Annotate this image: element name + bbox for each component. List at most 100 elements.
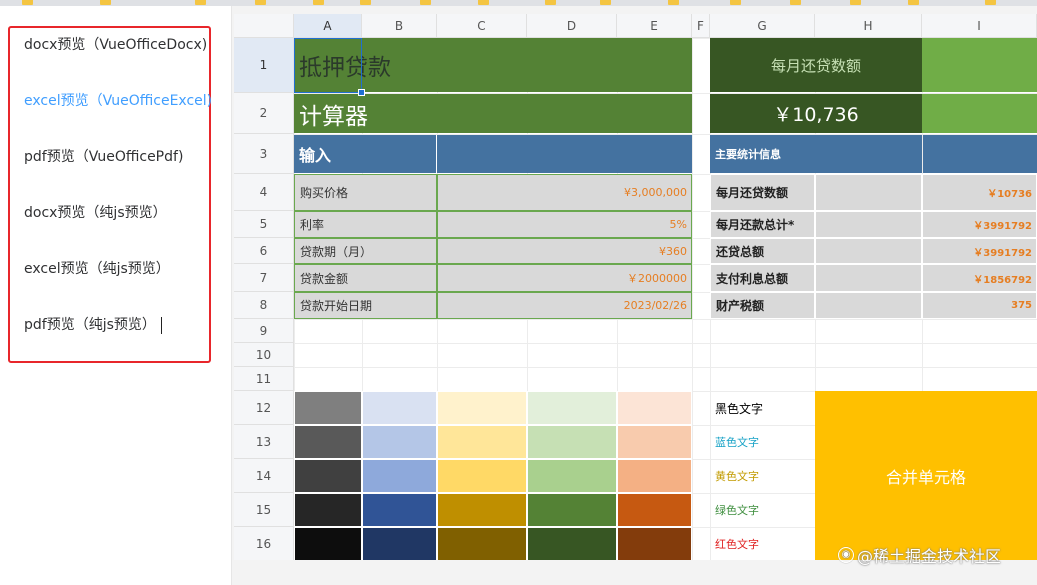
stat-spacer[interactable]: [815, 174, 922, 211]
stat-spacer[interactable]: [815, 264, 922, 292]
colored-text-cell[interactable]: 黄色文字: [710, 459, 815, 493]
row-header[interactable]: 1: [234, 38, 294, 93]
color-swatch[interactable]: [437, 493, 527, 527]
input-label[interactable]: 贷款金额: [294, 264, 437, 292]
fill-handle[interactable]: [358, 89, 365, 96]
color-swatch[interactable]: [294, 527, 362, 560]
color-swatch[interactable]: [294, 459, 362, 493]
stats-header-fill[interactable]: [923, 135, 1037, 173]
color-swatch[interactable]: [294, 425, 362, 459]
stat-label[interactable]: 支付利息总额: [710, 264, 815, 292]
color-swatch[interactable]: [527, 527, 617, 560]
corner-header[interactable]: [234, 14, 294, 38]
bookmark-folder-icon[interactable]: [100, 0, 111, 5]
accent-cell[interactable]: [922, 38, 1037, 92]
color-swatch[interactable]: [362, 527, 437, 560]
input-label[interactable]: 购买价格: [294, 174, 437, 211]
colored-text-cell[interactable]: 蓝色文字: [710, 425, 815, 459]
color-swatch[interactable]: [294, 493, 362, 527]
color-swatch[interactable]: [617, 391, 692, 425]
color-swatch[interactable]: [617, 425, 692, 459]
bookmark-folder-icon[interactable]: [985, 0, 996, 5]
color-swatch[interactable]: [437, 391, 527, 425]
color-swatch[interactable]: [617, 527, 692, 560]
row-header[interactable]: 10: [234, 343, 294, 367]
monthly-payment-label[interactable]: 每月还贷数额: [710, 38, 922, 92]
stat-spacer[interactable]: [815, 238, 922, 264]
column-header[interactable]: D: [527, 14, 617, 38]
colored-text-cell[interactable]: 黑色文字: [710, 391, 815, 425]
color-swatch[interactable]: [437, 425, 527, 459]
color-swatch[interactable]: [527, 459, 617, 493]
color-swatch[interactable]: [617, 493, 692, 527]
bookmark-folder-icon[interactable]: [313, 0, 324, 5]
input-value[interactable]: ￥2000000: [437, 264, 692, 292]
input-value[interactable]: ¥360: [437, 238, 692, 264]
stat-value[interactable]: 375: [922, 292, 1037, 319]
color-swatch[interactable]: [362, 493, 437, 527]
menu-item[interactable]: pdf预览（纯js预览）: [24, 314, 162, 336]
color-swatch[interactable]: [362, 425, 437, 459]
input-label[interactable]: 贷款开始日期: [294, 292, 437, 319]
row-header[interactable]: 13: [234, 425, 294, 459]
input-value[interactable]: 5%: [437, 211, 692, 238]
title-cell[interactable]: 抵押贷款: [294, 38, 692, 92]
stat-spacer[interactable]: [815, 292, 922, 319]
row-header[interactable]: 7: [234, 264, 294, 292]
menu-item[interactable]: docx预览（VueOfficeDocx): [24, 34, 207, 56]
stat-value[interactable]: ￥3991792: [922, 238, 1037, 264]
color-swatch[interactable]: [527, 493, 617, 527]
column-header[interactable]: A: [294, 14, 362, 38]
input-label[interactable]: 利率: [294, 211, 437, 238]
color-swatch[interactable]: [437, 527, 527, 560]
row-header[interactable]: 2: [234, 93, 294, 134]
menu-item[interactable]: docx预览（纯js预览）: [24, 202, 167, 224]
stats-header[interactable]: 主要统计信息: [710, 135, 922, 173]
stat-value[interactable]: ￥1856792: [922, 264, 1037, 292]
row-header[interactable]: 3: [234, 134, 294, 174]
stat-label[interactable]: 每月还贷数额: [710, 174, 815, 211]
bookmark-folder-icon[interactable]: [908, 0, 919, 5]
column-header[interactable]: H: [815, 14, 922, 38]
stat-label[interactable]: 财产税额: [710, 292, 815, 319]
row-header[interactable]: 11: [234, 367, 294, 391]
input-label[interactable]: 贷款期（月）: [294, 238, 437, 264]
stat-value[interactable]: ￥10736: [922, 174, 1037, 211]
column-header[interactable]: G: [710, 14, 815, 38]
row-header[interactable]: 4: [234, 174, 294, 211]
color-swatch[interactable]: [294, 391, 362, 425]
bookmark-folder-icon[interactable]: [360, 0, 371, 5]
title-cell[interactable]: 计算器: [294, 94, 692, 133]
menu-item[interactable]: pdf预览（VueOfficePdf): [24, 146, 183, 168]
stat-label[interactable]: 还贷总额: [710, 238, 815, 264]
input-header-fill[interactable]: [437, 135, 692, 173]
row-header[interactable]: 9: [234, 319, 294, 343]
accent-cell[interactable]: [922, 94, 1037, 133]
column-header[interactable]: E: [617, 14, 692, 38]
bookmark-folder-icon[interactable]: [478, 0, 489, 5]
bookmark-folder-icon[interactable]: [790, 0, 801, 5]
color-swatch[interactable]: [437, 459, 527, 493]
color-swatch[interactable]: [527, 391, 617, 425]
menu-item[interactable]: excel预览（纯js预览）: [24, 258, 170, 280]
row-header[interactable]: 15: [234, 493, 294, 527]
stat-spacer[interactable]: [815, 211, 922, 238]
bookmark-folder-icon[interactable]: [600, 0, 611, 5]
color-swatch[interactable]: [617, 459, 692, 493]
row-header[interactable]: 5: [234, 211, 294, 238]
column-header[interactable]: I: [922, 14, 1037, 38]
bookmark-folder-icon[interactable]: [668, 0, 679, 5]
input-value[interactable]: 2023/02/26: [437, 292, 692, 319]
bookmark-folder-icon[interactable]: [850, 0, 861, 5]
bookmark-folder-icon[interactable]: [420, 0, 431, 5]
bookmark-folder-icon[interactable]: [22, 0, 33, 5]
spreadsheet[interactable]: A B C D E F G H I 1 2 3 4 5 6 7 8 9 10 11 12 13 14 15 16 抵押贷款 计算器每…: [234, 14, 1037, 560]
bookmark-folder-icon[interactable]: [545, 0, 556, 5]
colored-text-cell[interactable]: 绿色文字: [710, 493, 815, 527]
row-header[interactable]: 12: [234, 391, 294, 425]
menu-item[interactable]: excel预览（VueOfficeExcel): [24, 90, 212, 112]
monthly-payment-value[interactable]: ￥10,736: [710, 94, 922, 133]
colored-text-cell[interactable]: 红色文字: [710, 527, 815, 560]
bookmark-folder-icon[interactable]: [730, 0, 741, 5]
stat-label[interactable]: 每月还款总计*: [710, 211, 815, 238]
